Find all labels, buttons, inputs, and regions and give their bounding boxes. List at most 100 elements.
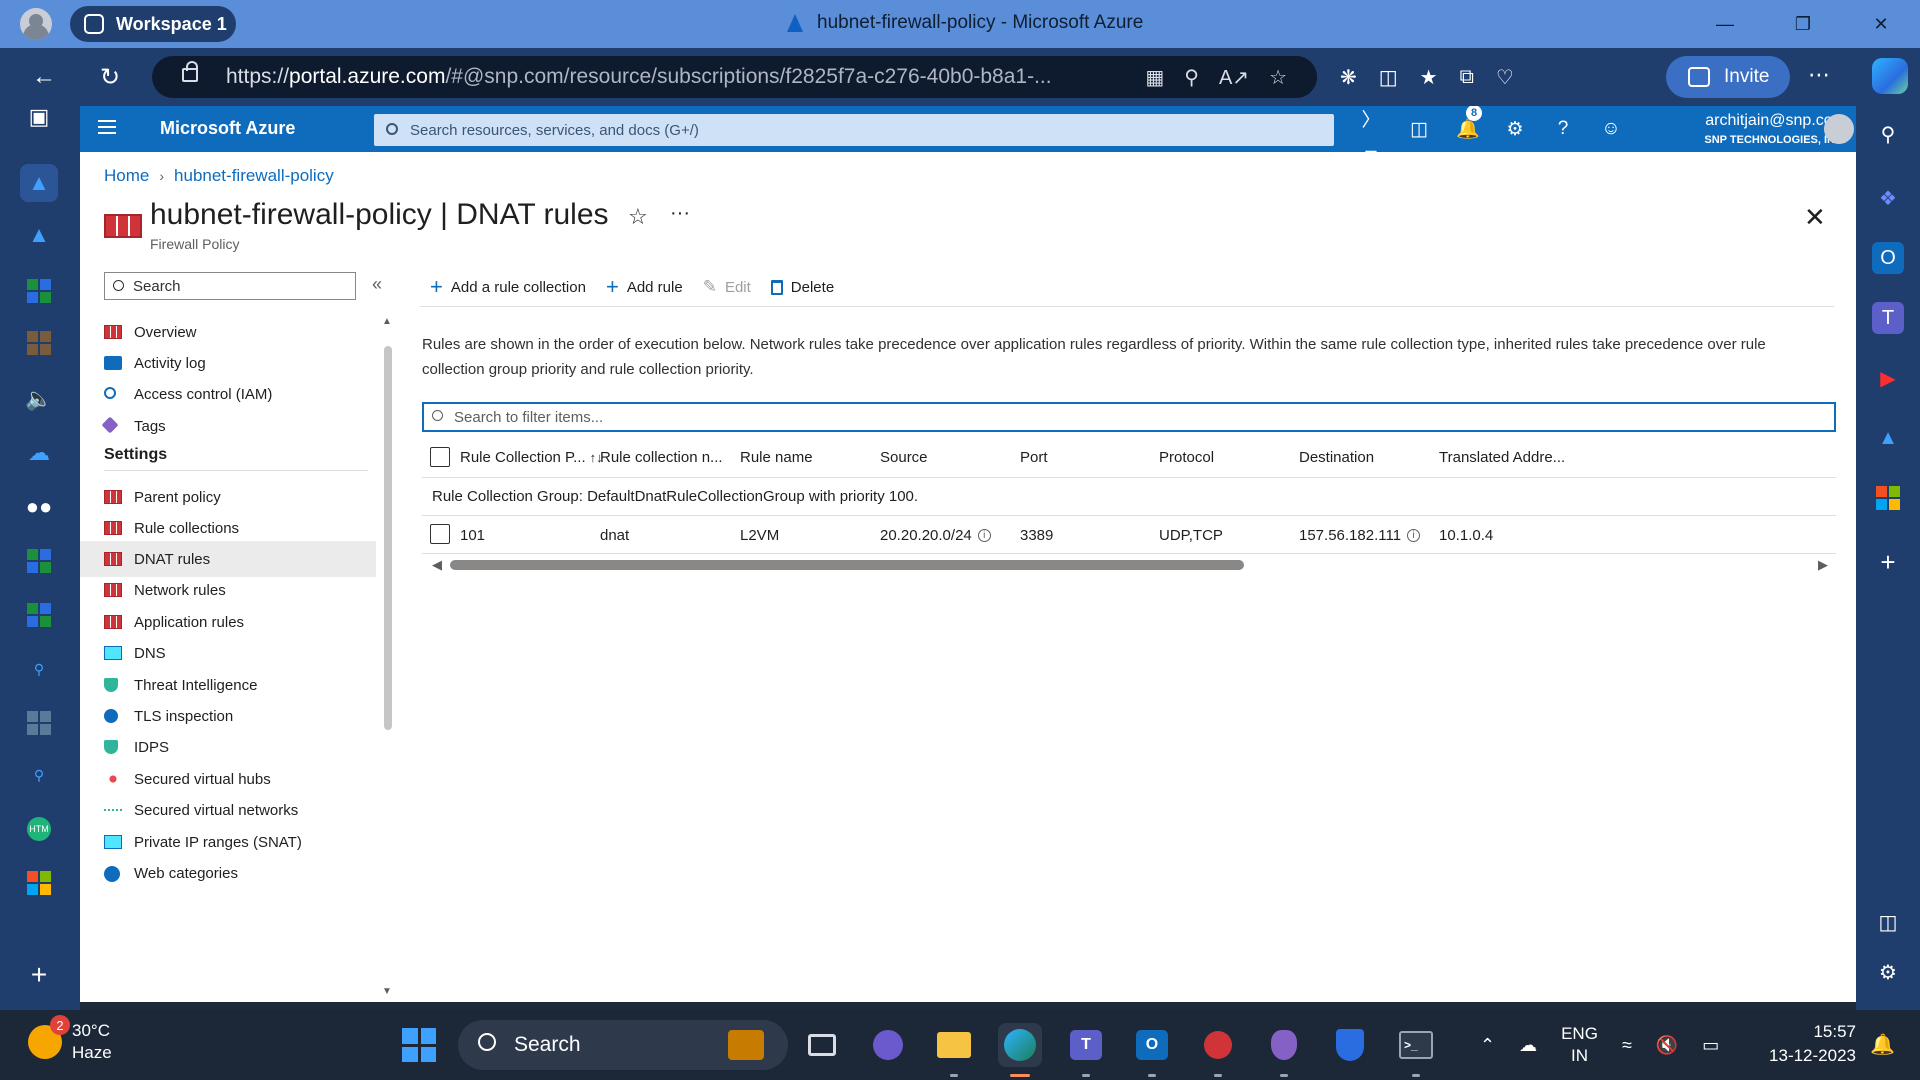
collections-icon[interactable]: ⧉ [1460, 66, 1474, 89]
restore-icon[interactable]: ❐ [1764, 0, 1842, 48]
sidebar-item-network-rules[interactable]: Network rules [80, 572, 376, 608]
profile-avatar[interactable] [20, 8, 52, 40]
battery-icon[interactable]: ▭ [1702, 1035, 1719, 1056]
menu-scrollbar[interactable]: ▲ ▼ [380, 316, 394, 1002]
address-bar[interactable]: https://portal.azure.com/#@snp.com/resou… [152, 56, 1317, 98]
add-rule-button[interactable]: + Add rule [606, 276, 683, 298]
html-tab-icon[interactable]: HTM [20, 810, 58, 848]
edge-browser-icon[interactable] [998, 1023, 1042, 1077]
sidebar-item-web-categories[interactable]: Web categories [80, 855, 376, 891]
notification-bell-icon[interactable]: 🔔 [1870, 1032, 1895, 1057]
info-icon[interactable]: i [977, 528, 991, 542]
windows-tab-icon[interactable] [20, 596, 58, 634]
wifi-icon[interactable]: ≈ [1622, 1035, 1632, 1056]
column-header-protocol[interactable]: Protocol [1159, 436, 1214, 478]
cloud-tab-icon[interactable]: ☁ [20, 434, 58, 472]
portal-menu-icon[interactable] [98, 120, 116, 134]
add-sidebar-app-icon[interactable]: + [1872, 546, 1904, 578]
filter-input[interactable]: Search to filter items... [422, 402, 1836, 432]
minimize-icon[interactable]: — [1686, 0, 1764, 48]
weather-widget[interactable]: 2 30°C Haze [28, 1015, 112, 1064]
file-explorer-icon[interactable] [932, 1023, 976, 1077]
language-indicator[interactable]: ENG IN [1561, 1023, 1598, 1067]
azure-tab-icon[interactable]: ▲ [20, 216, 58, 254]
hide-sidebar-icon[interactable]: ◫ [1872, 906, 1904, 938]
office-sidebar-icon[interactable] [1872, 482, 1904, 514]
table-row[interactable]: 101 dnat L2VM 20.20.20.0/24 i 3389 UDP,TC… [422, 516, 1836, 554]
audio-tab-icon[interactable]: 🔈 [20, 380, 58, 418]
help-icon[interactable]: ? [1552, 118, 1574, 140]
chevron-up-icon[interactable]: ⌃ [1480, 1035, 1495, 1056]
azure-sidebar-icon[interactable]: ▲ [1872, 422, 1904, 454]
horizontal-scrollbar[interactable]: ◀ ▶ [422, 554, 1836, 574]
scrollbar-thumb[interactable] [384, 346, 392, 730]
portal-brand[interactable]: Microsoft Azure [160, 118, 295, 139]
more-actions-icon[interactable]: ··· [670, 202, 690, 225]
defender-shield-icon[interactable] [1328, 1023, 1372, 1067]
teams-sidebar-icon[interactable]: T [1872, 302, 1904, 334]
scroll-down-icon[interactable]: ▼ [382, 986, 392, 997]
taskbar-search[interactable]: Search [458, 1020, 788, 1070]
refresh-icon[interactable]: ↻ [92, 60, 128, 94]
outlook-icon[interactable]: O [1130, 1023, 1174, 1077]
favorite-star-icon[interactable]: ☆ [1269, 65, 1287, 90]
task-view-icon[interactable] [800, 1023, 844, 1067]
start-button[interactable] [402, 1028, 436, 1062]
menu-search-input[interactable]: Search [104, 272, 356, 300]
close-blade-icon[interactable]: ✕ [1804, 202, 1826, 233]
breadcrumb-resource[interactable]: hubnet-firewall-policy [174, 166, 334, 186]
scroll-up-icon[interactable]: ▲ [382, 316, 392, 327]
extensions-icon[interactable]: ❋ [1340, 65, 1357, 90]
column-header-destination[interactable]: Destination [1299, 436, 1374, 478]
info-icon[interactable]: i [1407, 528, 1421, 542]
speaker-muted-icon[interactable]: 🔇 [1656, 1035, 1678, 1056]
column-header-translated-address[interactable]: Translated Addre... [1439, 436, 1565, 478]
sidebar-item-dns[interactable]: DNS [80, 635, 376, 671]
search-tab-icon[interactable]: ⚲ [20, 756, 58, 794]
windows-tab-icon[interactable] [20, 272, 58, 310]
new-tab-icon[interactable]: + [20, 956, 58, 994]
add-rule-collection-button[interactable]: + Add a rule collection [430, 276, 586, 298]
collapse-menu-icon[interactable]: « [372, 274, 382, 295]
favorites-icon[interactable]: ★ [1420, 65, 1438, 90]
terminal-icon[interactable]: >_ [1394, 1023, 1438, 1077]
column-header-port[interactable]: Port [1020, 436, 1048, 478]
sidebar-settings-icon[interactable]: ⚙ [1872, 956, 1904, 988]
more-options-icon[interactable]: ⋯ [1808, 62, 1830, 88]
browser-essentials-icon[interactable]: ♡ [1496, 65, 1514, 90]
sidebar-item-secured-virtual-networks[interactable]: Secured virtual networks [80, 792, 376, 828]
sidebar-search-icon[interactable]: ⚲ [1872, 118, 1904, 150]
apps-icon[interactable]: ▦ [1145, 65, 1164, 90]
search-tab-icon[interactable]: ⚲ [20, 650, 58, 688]
video-call-icon[interactable] [866, 1023, 910, 1067]
feedback-icon[interactable]: ☺ [1600, 118, 1622, 140]
azure-tab-icon[interactable]: ▲ [20, 164, 58, 202]
media-tab-icon[interactable]: ●● [20, 488, 58, 526]
avatar[interactable] [1824, 114, 1854, 144]
read-aloud-icon[interactable]: A↗ [1219, 65, 1249, 90]
windows-tab-icon[interactable] [20, 864, 58, 902]
cloud-shell-icon[interactable]: 〉_ [1360, 106, 1382, 154]
global-search-input[interactable]: Search resources, services, and docs (G+… [374, 114, 1334, 146]
close-icon[interactable]: ✕ [1842, 0, 1920, 48]
scrollbar-thumb[interactable] [450, 560, 1244, 570]
tab-icon[interactable] [20, 704, 58, 742]
column-header-priority[interactable]: Rule Collection P... ↑↓ [460, 436, 603, 478]
teams-icon[interactable]: T [1064, 1023, 1108, 1077]
breadcrumb-home[interactable]: Home [104, 166, 149, 186]
zoom-icon[interactable]: ⚲ [1184, 65, 1199, 90]
edit-button[interactable]: ✎ Edit [703, 277, 751, 297]
onedrive-icon[interactable]: ☁ [1519, 1035, 1537, 1056]
clock[interactable]: 15:57 13-12-2023 [1760, 1020, 1856, 1068]
scroll-left-icon[interactable]: ◀ [432, 557, 442, 573]
scroll-right-icon[interactable]: ▶ [1818, 557, 1828, 573]
split-screen-icon[interactable]: ◫ [1379, 65, 1398, 90]
directory-filter-icon[interactable]: ◫ [1408, 118, 1430, 141]
invite-button[interactable]: Invite [1666, 56, 1790, 98]
windows-tab-icon[interactable] [20, 542, 58, 580]
tab-actions-icon[interactable]: ▣ [20, 98, 58, 136]
sidebar-item-idps[interactable]: IDPS [80, 729, 376, 765]
row-checkbox[interactable] [430, 524, 450, 544]
delete-button[interactable]: Delete [770, 279, 834, 296]
tab-icon[interactable] [20, 324, 58, 362]
